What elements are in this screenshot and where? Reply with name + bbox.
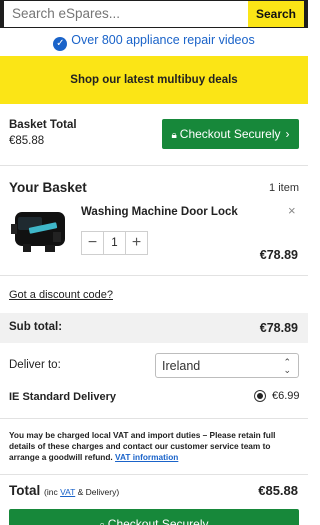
item-count: 1 item [269,182,299,194]
discount-code-link[interactable]: Got a discount code? [9,289,113,301]
subtotal-value: €78.89 [259,321,298,335]
checkout-bottom-label: Checkout Securely [107,517,209,525]
vat-notice: You may be charged local VAT and import … [9,430,300,463]
header-bar: Search [0,0,308,28]
multibuy-banner[interactable]: Shop our latest multibuy deals [0,56,308,104]
delivery-method-label: IE Standard Delivery [9,391,116,403]
divider [0,418,308,419]
close-icon[interactable]: × [288,203,296,218]
vat-link[interactable]: VAT [60,487,75,497]
checkout-label: Checkout Securely [179,127,281,141]
basket-total-value: €85.88 [9,135,45,147]
subtotal-label: Sub total: [9,321,63,333]
repair-videos-text: Over 800 appliance repair videos [71,33,255,47]
chevron-right-icon: › [285,127,290,141]
product-image [11,212,65,252]
total-title: Total [9,483,41,498]
select-arrows-icon: ⌃ ⌄ [283,357,291,375]
country-select[interactable]: Ireland ⌃ ⌄ [155,353,299,378]
minus-icon[interactable]: − [82,232,104,254]
subtotal-row: Sub total: €78.89 [0,313,308,343]
product-price: €78.89 [259,248,298,262]
deliver-to-label: Deliver to: [9,359,61,371]
lock-icon: 🔒︎ [99,511,104,525]
product-name[interactable]: Washing Machine Door Lock [81,206,238,218]
search-input[interactable] [4,1,248,27]
delivery-radio[interactable] [254,390,266,402]
divider [0,275,308,276]
quantity-stepper: − 1 + [81,231,148,255]
country-value: Ireland [162,359,201,373]
total-label: Total (inc VAT & Delivery) [9,483,119,498]
repair-videos-link[interactable]: ✓ Over 800 appliance repair videos [0,33,308,53]
divider [0,165,308,166]
plus-icon[interactable]: + [125,232,147,254]
lock-icon: 🔒︎ [171,130,177,141]
total-sub-suffix: & Delivery) [77,487,120,497]
search-button[interactable]: Search [248,1,304,27]
checkout-securely-button-bottom[interactable]: 🔒︎Checkout Securely [9,509,299,525]
vat-information-link[interactable]: VAT information [115,452,178,462]
checkout-securely-button[interactable]: 🔒︎ Checkout Securely › [162,119,299,149]
delivery-price: €6.99 [272,390,300,402]
quantity-value[interactable]: 1 [104,232,125,254]
basket-total-label: Basket Total [9,119,77,131]
basket-title: Your Basket [9,180,87,195]
check-circle-icon: ✓ [53,37,68,51]
divider [0,474,308,475]
total-value: €85.88 [258,483,298,498]
total-subtext: (inc VAT & Delivery) [44,487,119,497]
total-sub-prefix: (inc [44,487,58,497]
